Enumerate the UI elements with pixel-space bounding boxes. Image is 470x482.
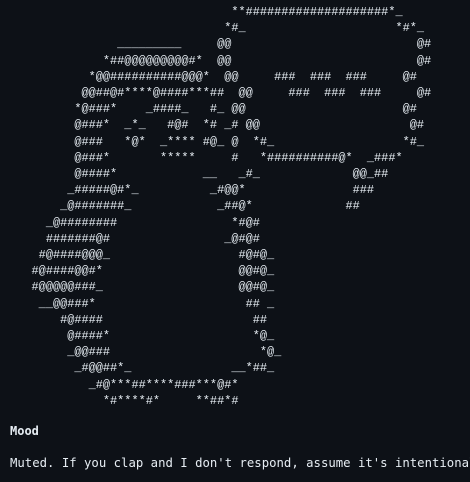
mood-description: Muted. If you clap and I don't respond, … bbox=[10, 456, 470, 470]
ascii-art-line: *@###* _####_ #_ @@ @# bbox=[3, 102, 417, 117]
ascii-art-line: @####* __ _#_ @@_## bbox=[3, 167, 389, 182]
ascii-art-line: _#####@#*_ _#@@* ### bbox=[3, 183, 375, 198]
ascii-art-line: #@####@@@_ #@#@_ bbox=[3, 248, 275, 263]
mood-heading: Mood bbox=[10, 424, 39, 438]
ascii-art-line: _#@@##*_ __*##_ bbox=[3, 361, 275, 376]
ascii-art-line: @###* ***** # *##########@* _###* bbox=[3, 150, 403, 165]
ascii-art-line: _@######## *#@# bbox=[3, 215, 260, 230]
ascii-art-line: **####################*_ bbox=[3, 5, 403, 19]
ascii-art-line: #@#### ## bbox=[3, 312, 268, 327]
ascii-art-line: _#@***##****###***@#* bbox=[3, 377, 239, 392]
ascii-art-line: @###* _*_ #@# *# _# @@ @# bbox=[3, 118, 424, 133]
ascii-art-line: *#****#* **##*# bbox=[3, 393, 239, 408]
ascii-art-line: @@##@#****@####***## @@ ### ### ### @# bbox=[3, 86, 432, 101]
ascii-art-line: #######@# _@#@# bbox=[3, 231, 260, 246]
ascii-art-line: *@@##########@@@* @@ ### ### ### @# bbox=[3, 69, 417, 84]
ascii-art-line: _@#######_ _##@* ## bbox=[3, 199, 360, 214]
ascii-art-line: #@####@@#* @@#@_ bbox=[3, 264, 275, 279]
ascii-art-line: __@@###* ## _ bbox=[3, 296, 275, 311]
ascii-art-line: _@@### *@_ bbox=[3, 345, 282, 360]
ascii-art-drawing: **####################*_ *#_ *#*_ ______… bbox=[3, 4, 432, 409]
ascii-art-line: @### *@* _**** #@_ @ *#_ *#_ bbox=[3, 134, 424, 149]
ascii-art-line: *#_ *#*_ bbox=[3, 21, 424, 36]
ascii-art-line: #@@@@@###_ @@#@_ bbox=[3, 280, 275, 295]
ascii-art-line: @####* *@_ bbox=[3, 329, 275, 344]
ascii-art-line: _________ @@ @# bbox=[3, 37, 432, 52]
ascii-art-line: *##@@@@@@@@@#* @@ @# bbox=[3, 53, 432, 68]
